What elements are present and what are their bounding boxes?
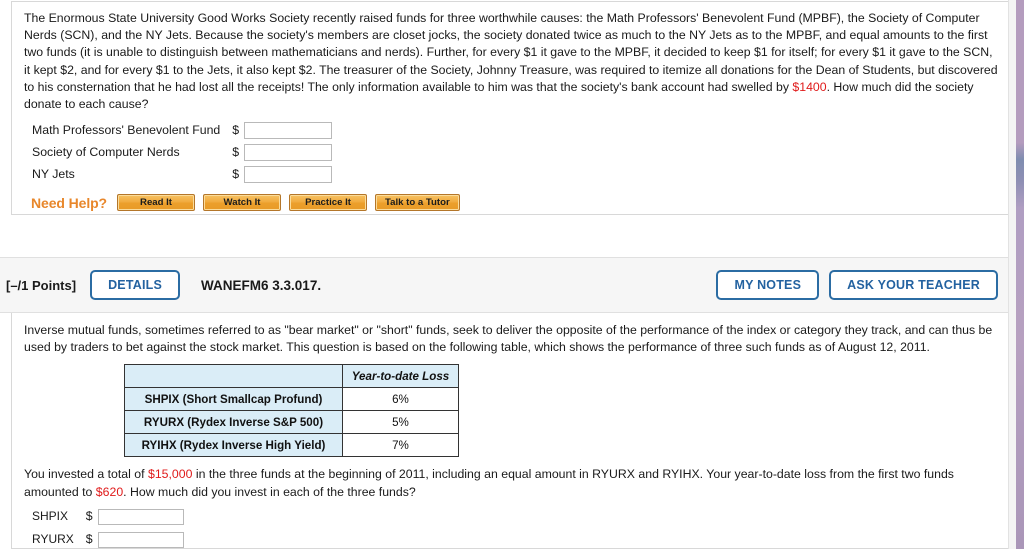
question-2-text-1: You invested a total of — [24, 467, 148, 482]
answer-input-cell — [244, 141, 333, 163]
question-2-body: Inverse mutual funds, sometimes referred… — [12, 313, 1010, 548]
currency-symbol: $ — [85, 532, 93, 547]
question-card-2: Inverse mutual funds, sometimes referred… — [11, 313, 1011, 549]
question-1-amount: $1400 — [792, 79, 827, 94]
answer-input-cell — [97, 528, 184, 548]
question-2-answer-table: SHPIX $ RYURX $ RYIHX $ — [24, 505, 184, 548]
fund-name-ryurx: RYURX (Rydex Inverse S&P 500) — [124, 410, 343, 435]
answer-row: SHPIX $ — [24, 505, 184, 528]
funds-performance-table: Year-to-date Loss SHPIX (Short Smallcap … — [124, 364, 459, 458]
read-it-button[interactable]: Read It — [117, 194, 196, 212]
answer-input-nyjets[interactable] — [244, 166, 333, 184]
answer-input-shpix[interactable] — [97, 509, 184, 526]
ask-your-teacher-button[interactable]: ASK YOUR TEACHER — [829, 270, 998, 300]
currency-symbol: $ — [85, 509, 93, 524]
answer-row: NY Jets $ — [24, 163, 333, 185]
question-1-body: The Enormous State University Good Works… — [12, 2, 1010, 221]
table-corner-cell — [124, 364, 343, 389]
page-root: The Enormous State University Good Works… — [0, 0, 1024, 549]
answer-input-cell — [244, 163, 333, 185]
answer-label-nyjets: NY Jets — [32, 167, 75, 182]
practice-it-button[interactable]: Practice It — [289, 194, 368, 212]
answer-row: Society of Computer Nerds $ — [24, 141, 333, 163]
currency-symbol: $ — [232, 167, 240, 182]
fund-name-ryihx: RYIHX (Rydex Inverse High Yield) — [124, 433, 343, 458]
table-column-header-ytd-loss: Year-to-date Loss — [342, 364, 459, 389]
window-edge-gap — [1008, 0, 1016, 549]
details-button[interactable]: DETAILS — [90, 270, 181, 300]
question-2-total-amount: $15,000 — [147, 467, 193, 482]
question-1-answer-table: Math Professors' Benevolent Fund $ Socie… — [24, 119, 333, 185]
talk-to-a-tutor-button[interactable]: Talk to a Tutor — [375, 194, 460, 212]
fund-loss-shpix: 6% — [342, 387, 459, 412]
answer-label-ryurx: RYURX — [32, 532, 74, 547]
currency-symbol: $ — [232, 123, 240, 138]
question-2-text-3: . How much did you invest in each of the… — [123, 484, 416, 499]
fund-loss-ryihx: 7% — [342, 433, 459, 458]
answer-input-mpbf[interactable] — [244, 122, 333, 140]
answer-label-shpix: SHPIX — [32, 509, 69, 524]
need-help-label: Need Help? — [31, 194, 108, 211]
answer-input-scn[interactable] — [244, 144, 333, 162]
fund-loss-ryurx: 5% — [342, 410, 459, 435]
answer-row: Math Professors' Benevolent Fund $ — [24, 119, 333, 141]
question-2-prose: You invested a total of $15,000 in the t… — [24, 466, 998, 500]
table-row: SHPIX (Short Smallcap Profund) 6% — [124, 387, 459, 412]
table-row: RYURX (Rydex Inverse S&P 500) 5% — [124, 410, 459, 435]
my-notes-button[interactable]: MY NOTES — [716, 270, 820, 300]
question-2-header: [–/1 Points] DETAILS WANEFM6 3.3.017. MY… — [0, 257, 1011, 313]
need-help-row: Need Help? Read It Watch It Practice It … — [24, 194, 998, 212]
answer-label-scn: Society of Computer Nerds — [32, 145, 180, 160]
currency-symbol: $ — [232, 145, 240, 160]
points-label: [–/1 Points] — [6, 277, 77, 293]
answer-input-cell — [97, 505, 184, 528]
answer-input-ryurx[interactable] — [97, 532, 184, 548]
question-2-loss-amount: $620 — [95, 484, 124, 499]
header-actions: MY NOTES ASK YOUR TEACHER — [716, 270, 998, 300]
question-2-intro: Inverse mutual funds, sometimes referred… — [24, 323, 993, 355]
watch-it-button[interactable]: Watch It — [203, 194, 282, 212]
table-row: RYIHX (Rydex Inverse High Yield) 7% — [124, 433, 459, 458]
fund-name-shpix: SHPIX (Short Smallcap Profund) — [124, 387, 343, 412]
answer-row: RYURX $ — [24, 528, 184, 548]
answer-label-mpbf: Math Professors' Benevolent Fund — [32, 123, 221, 138]
answer-input-cell — [244, 119, 333, 141]
question-1-prose: The Enormous State University Good Works… — [24, 10, 998, 113]
question-card-1: The Enormous State University Good Works… — [11, 1, 1011, 215]
question-code: WANEFM6 3.3.017. — [201, 277, 322, 293]
table-header-row: Year-to-date Loss — [124, 364, 459, 389]
background-window-sliver — [1016, 0, 1024, 549]
